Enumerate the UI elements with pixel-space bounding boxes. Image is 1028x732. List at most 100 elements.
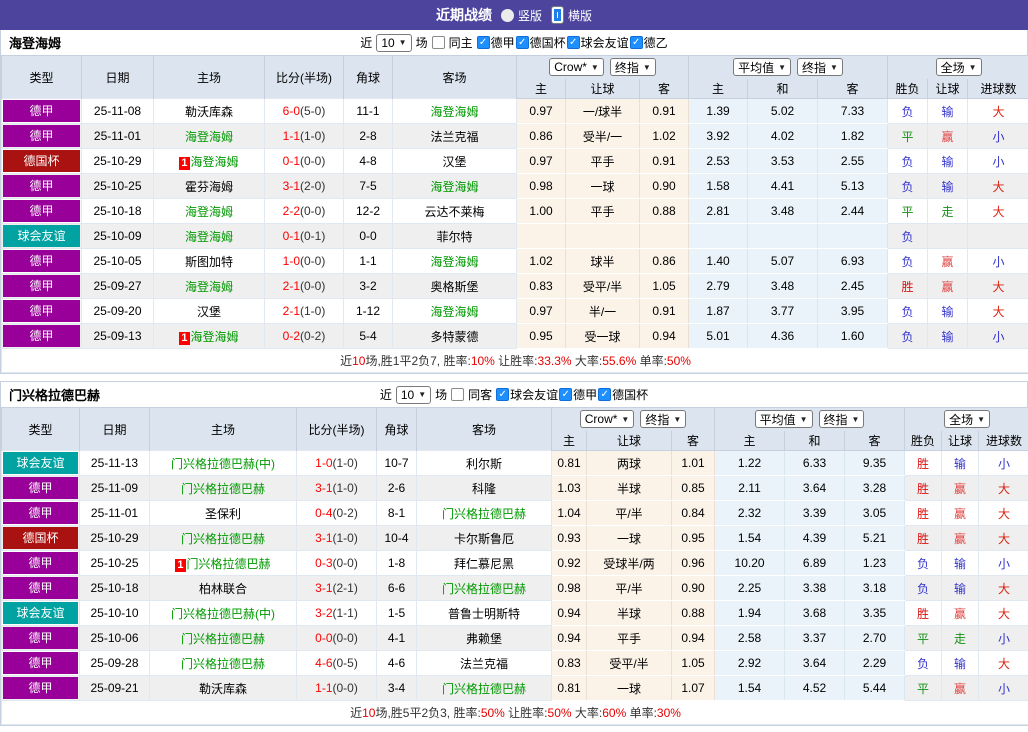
radio-horizontal-icon[interactable] (551, 6, 564, 24)
result-goals: 小 (979, 626, 1028, 651)
same-venue-checkbox[interactable] (432, 36, 445, 49)
match-row: 德甲25-09-20汉堡2-1(1-0)1-12海登海姆0.97半/一0.911… (2, 299, 1028, 324)
match-row: 德甲25-09-21勒沃库森1-1(0-0)3-4门兴格拉德巴赫0.81一球1.… (2, 676, 1028, 701)
away-team-cell: 奥格斯堡 (393, 274, 517, 299)
avg-away: 6.93 (818, 249, 888, 274)
home-team-name: 霍芬海姆 (185, 180, 233, 194)
col-result-handicap: 让球 (942, 431, 979, 451)
col-home: 主场 (150, 408, 297, 451)
full-match-select[interactable]: 全场▼ (936, 58, 982, 76)
competition-badge: 德国杯 (3, 527, 78, 549)
col-date: 日期 (80, 408, 150, 451)
avg-away: 2.44 (818, 199, 888, 224)
same-venue-checkbox[interactable] (451, 388, 464, 401)
competition-badge: 德国杯 (3, 150, 80, 172)
result-goals: 小 (968, 149, 1028, 174)
games-count-select[interactable]: 10▼ (376, 34, 411, 52)
games-count-select[interactable]: 10▼ (396, 386, 431, 404)
summary-stats: 近10场,胜1平2负7, 胜率:10% 让胜率:33.3% 大率:55.6% 单… (2, 349, 1028, 373)
home-team-name: 海登海姆 (185, 205, 233, 219)
score-cell: 0-3(0-0) (297, 551, 377, 576)
company-select[interactable]: Crow*▼ (549, 58, 604, 76)
avg-draw: 3.53 (748, 149, 818, 174)
match-type-cell: 德甲 (2, 174, 82, 199)
avg-away: 3.28 (845, 476, 905, 501)
avg-home: 2.32 (715, 501, 785, 526)
layout-option-horizontal[interactable]: 横版 (551, 6, 592, 24)
score-cell: 3-1(1-0) (297, 476, 377, 501)
avg-draw: 3.64 (785, 651, 845, 676)
team-section-heidenheim: 海登海姆 近 10▼ 场 同主 ✓德甲✓德国杯✓球会友谊✓德乙 类型 日期 主场… (0, 30, 1028, 374)
league-checkbox[interactable]: ✓ (516, 36, 529, 49)
avg-home (689, 224, 748, 249)
league-checkbox[interactable]: ✓ (477, 36, 490, 49)
competition-badge: 德甲 (3, 200, 80, 222)
avg-draw (748, 224, 818, 249)
avg-home: 1.22 (715, 451, 785, 476)
competition-badge: 德甲 (3, 175, 80, 197)
league-checkbox[interactable]: ✓ (567, 36, 580, 49)
home-team-cell: 斯图加特 (154, 249, 265, 274)
odds-handicap: 受一球 (566, 324, 640, 349)
match-type-cell: 德甲 (2, 299, 82, 324)
competition-badge: 德甲 (3, 100, 80, 122)
match-date: 25-10-06 (80, 626, 150, 651)
league-checkbox[interactable]: ✓ (496, 388, 509, 401)
filter-bar: 近 10▼ 场 同客 ✓球会友谊✓德甲✓德国杯 (380, 386, 648, 404)
avg-away: 1.23 (845, 551, 905, 576)
summary-segment: 50% (548, 706, 572, 720)
chevron-down-icon: ▼ (977, 415, 985, 424)
radio-vertical-icon[interactable] (501, 9, 514, 22)
away-team-name: 门兴格拉德巴赫 (442, 682, 526, 696)
match-date: 25-10-25 (82, 174, 154, 199)
result-winloss: 负 (905, 551, 942, 576)
corner-count: 3-4 (377, 676, 417, 701)
result-winloss: 负 (905, 576, 942, 601)
league-label: 球会友谊 (581, 34, 629, 51)
average-select[interactable]: 平均值▼ (755, 410, 813, 428)
odds-handicap: 平/半 (587, 576, 672, 601)
layout-option-vertical[interactable]: 竖版 (501, 7, 542, 24)
final-odds-select[interactable]: 终指▼ (819, 410, 865, 428)
final-odds-select[interactable]: 终指▼ (640, 410, 686, 428)
full-time-score: 1-1 (283, 129, 300, 143)
col-odds-home: 主 (552, 431, 587, 451)
chevron-down-icon: ▼ (800, 415, 808, 424)
col-score: 比分(半场) (265, 56, 344, 99)
avg-draw: 5.02 (748, 99, 818, 124)
corner-count: 7-5 (344, 174, 393, 199)
home-team-name: 汉堡 (197, 305, 221, 319)
average-select[interactable]: 平均值▼ (733, 58, 791, 76)
match-type-cell: 德甲 (2, 551, 80, 576)
filter-near-label: 近 (380, 386, 392, 403)
final-odds-select[interactable]: 终指▼ (797, 58, 843, 76)
result-goals: 大 (979, 651, 1028, 676)
league-checkbox[interactable]: ✓ (598, 388, 611, 401)
odds-home: 1.03 (552, 476, 587, 501)
result-handicap: 输 (928, 299, 968, 324)
col-odds-away: 客 (640, 79, 689, 99)
corner-count: 1-1 (344, 249, 393, 274)
match-date: 25-11-08 (82, 99, 154, 124)
result-goals: 小 (968, 249, 1028, 274)
col-odds-handicap: 让球 (587, 431, 672, 451)
home-team-name: 海登海姆 (185, 130, 233, 144)
odds-handicap (566, 224, 640, 249)
result-winloss: 平 (888, 199, 928, 224)
final-odds-select[interactable]: 终指▼ (610, 58, 656, 76)
away-team-name: 门兴格拉德巴赫 (442, 507, 526, 521)
league-checkbox[interactable]: ✓ (559, 388, 572, 401)
avg-draw: 5.07 (748, 249, 818, 274)
full-time-score: 3-1 (315, 531, 332, 545)
odds-away: 1.05 (672, 651, 715, 676)
full-match-select[interactable]: 全场▼ (944, 410, 990, 428)
avg-home: 2.53 (689, 149, 748, 174)
results-table: 类型 日期 主场 比分(半场) 角球 客场 Crow*▼ 终指▼ 平均值▼ 终指… (1, 55, 1028, 373)
company-select[interactable]: Crow*▼ (580, 410, 635, 428)
col-result: 胜负 (905, 431, 942, 451)
col-avg-home: 主 (689, 79, 748, 99)
team-name: 海登海姆 (9, 33, 61, 52)
score-cell: 1-1(1-0) (265, 124, 344, 149)
result-winloss: 负 (888, 299, 928, 324)
league-checkbox[interactable]: ✓ (630, 36, 643, 49)
